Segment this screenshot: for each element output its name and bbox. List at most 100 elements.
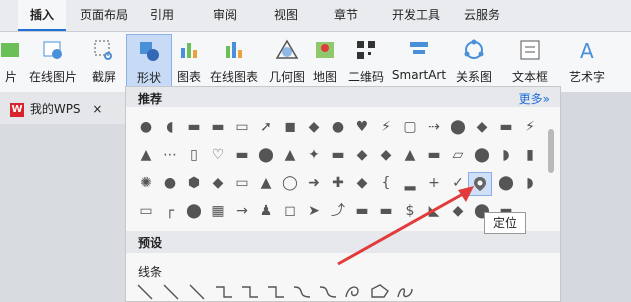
shape-item[interactable]: ➜	[302, 171, 326, 195]
qrcode-label: 二维码	[347, 70, 384, 84]
online-chart-button[interactable]: 在线图表	[206, 34, 262, 90]
shape-item[interactable]: ◗	[518, 171, 542, 195]
smartart-button[interactable]: SmartArt	[390, 34, 448, 90]
geometry-button[interactable]: 几何图	[266, 34, 308, 90]
shape-item[interactable]: ⚡	[374, 115, 398, 139]
shape-item[interactable]: ┌	[158, 199, 182, 223]
arrow-line-shape[interactable]	[163, 284, 179, 300]
shape-item[interactable]: →	[230, 199, 254, 223]
tab-chapter[interactable]: 章节	[326, 0, 366, 31]
shape-item[interactable]: ⬤	[494, 171, 518, 195]
shape-item[interactable]: ◆	[374, 143, 398, 167]
tab-developer[interactable]: 开发工具	[384, 0, 448, 31]
textbox-label: 文本框	[511, 70, 548, 84]
wps-logo-icon: W	[10, 102, 24, 117]
relation-button[interactable]: 关系图	[452, 34, 496, 90]
chart-button[interactable]: 图表	[174, 34, 204, 90]
shape-item[interactable]: ◖	[158, 115, 182, 139]
shape-item[interactable]: ⚡	[518, 115, 542, 139]
elbow-arrow-shape[interactable]	[242, 286, 258, 298]
shape-item[interactable]: ◆	[470, 115, 494, 139]
scribble-shape[interactable]	[397, 288, 413, 298]
shape-item[interactable]: ◆	[206, 171, 230, 195]
shape-item[interactable]: ⬤	[470, 143, 494, 167]
shape-item[interactable]: ▬	[494, 115, 518, 139]
shapes-button[interactable]: 形状	[126, 34, 172, 90]
shape-item[interactable]: ▲	[398, 143, 422, 167]
shape-item[interactable]: ♡	[206, 143, 230, 167]
tab-view[interactable]: 视图	[266, 0, 306, 31]
shape-item[interactable]: ▭	[230, 115, 254, 139]
shape-item[interactable]: ▯	[182, 143, 206, 167]
shape-item[interactable]: ▢	[398, 115, 422, 139]
shape-item[interactable]: ✦	[302, 143, 326, 167]
shape-item[interactable]: ⬤	[254, 143, 278, 167]
doc-tab-mywps[interactable]: W 我的WPS ×	[6, 96, 106, 122]
curve-shape[interactable]	[345, 286, 359, 298]
tab-insert[interactable]: 插入	[18, 0, 66, 31]
shape-item[interactable]: ◻	[278, 199, 302, 223]
elbow-double-arrow-shape[interactable]	[268, 286, 284, 298]
more-link[interactable]: 更多»	[519, 90, 550, 107]
smartart-icon	[410, 42, 428, 54]
shape-item[interactable]: ✺	[134, 171, 158, 195]
shape-item[interactable]: ▦	[206, 199, 230, 223]
shape-item[interactable]: ➚	[254, 115, 278, 139]
online-picture-button[interactable]: 在线图片	[28, 34, 78, 90]
tab-references[interactable]: 引用	[142, 0, 182, 31]
map-button[interactable]: 地图	[310, 34, 340, 90]
shape-item[interactable]: ◆	[350, 143, 374, 167]
smartart-label: SmartArt	[391, 68, 447, 82]
wordart-button[interactable]: A 艺术字	[560, 34, 614, 90]
tab-review[interactable]: 审阅	[205, 0, 245, 31]
shape-item[interactable]: ●	[326, 115, 350, 139]
curve-connector-shape[interactable]	[293, 286, 311, 298]
shape-item[interactable]: ▲	[134, 143, 158, 167]
shape-item[interactable]: ▲	[278, 143, 302, 167]
double-arrow-line-shape[interactable]	[189, 284, 205, 300]
shape-item[interactable]: ➤	[302, 199, 326, 223]
wordart-label: 艺术字	[568, 70, 605, 84]
shape-item[interactable]: ◗	[494, 143, 518, 167]
shape-item[interactable]: ◯	[278, 171, 302, 195]
shape-item[interactable]: ●	[134, 115, 158, 139]
tab-cloud[interactable]: 云服务	[456, 0, 508, 31]
shape-item[interactable]: ♥	[350, 115, 374, 139]
line-shape[interactable]	[137, 284, 153, 300]
relation-label: 关系图	[455, 70, 492, 84]
shape-item[interactable]: ⇢	[422, 115, 446, 139]
shape-item[interactable]: ⬤	[182, 199, 206, 223]
shape-item[interactable]: ▬	[230, 143, 254, 167]
screenshot-button[interactable]: 截屏	[84, 34, 124, 90]
shape-item[interactable]: ◼	[278, 115, 302, 139]
textbox-button[interactable]: 文本框	[506, 34, 554, 90]
close-icon[interactable]: ×	[92, 102, 102, 116]
shape-item[interactable]: ⬢	[182, 171, 206, 195]
freeform-shape[interactable]	[371, 284, 389, 298]
shape-item[interactable]: ▲	[254, 171, 278, 195]
document-area	[0, 124, 125, 302]
shape-item[interactable]: ▬	[326, 143, 350, 167]
map-label: 地图	[312, 70, 337, 84]
panel-scrollbar[interactable]	[548, 129, 554, 173]
shape-item[interactable]: ⋯	[158, 143, 182, 167]
qrcode-button[interactable]: 二维码	[344, 34, 388, 90]
shape-item[interactable]: ▱	[446, 143, 470, 167]
tab-page-layout[interactable]: 页面布局	[72, 0, 136, 31]
shape-item[interactable]: ●	[158, 171, 182, 195]
shape-item[interactable]: ▭	[134, 199, 158, 223]
qrcode-icon	[357, 41, 375, 59]
shape-item[interactable]: ▮	[518, 143, 542, 167]
shape-item[interactable]: ♟	[254, 199, 278, 223]
recommended-header: 推荐 更多»	[126, 87, 560, 107]
chart-icon	[181, 43, 197, 58]
shape-item[interactable]: ▬	[206, 115, 230, 139]
elbow-connector-shape[interactable]	[216, 286, 232, 298]
shape-item[interactable]: ⬤	[446, 115, 470, 139]
shape-item[interactable]: ▬	[422, 143, 446, 167]
curve-arrow-shape[interactable]	[319, 286, 337, 298]
shape-item[interactable]: ▬	[182, 115, 206, 139]
picture-button[interactable]: 片	[0, 34, 22, 90]
shape-item[interactable]: ◆	[302, 115, 326, 139]
shape-item[interactable]: ▭	[230, 171, 254, 195]
